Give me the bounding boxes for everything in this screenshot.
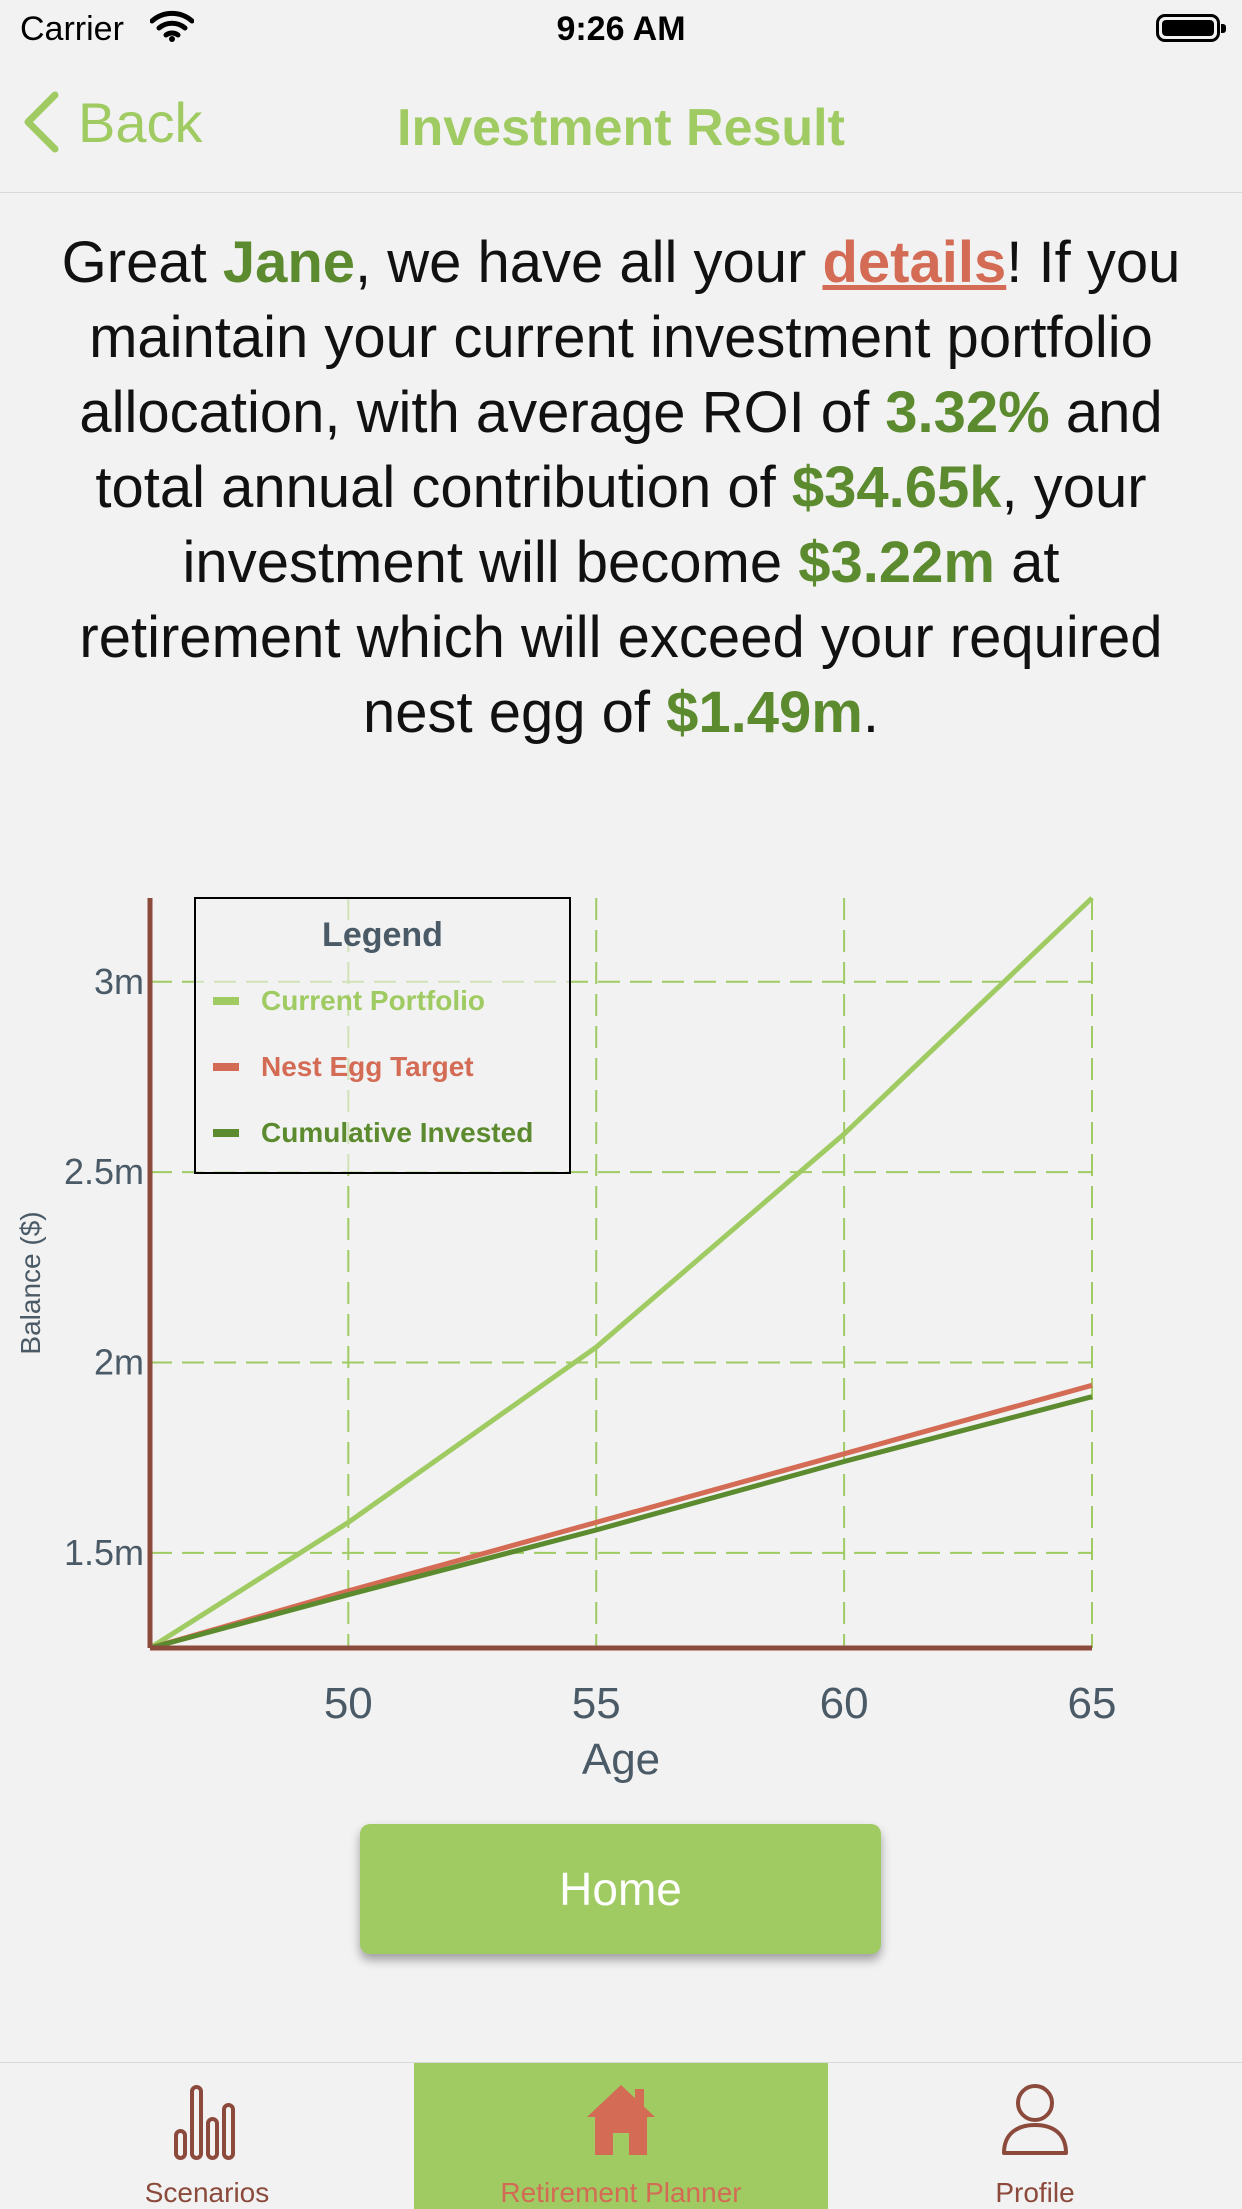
tab-scenarios[interactable]: Scenarios (0, 2063, 414, 2209)
legend-swatch (213, 1129, 239, 1137)
house-icon (587, 2085, 655, 2155)
page-title: Investment Result (397, 99, 845, 157)
status-time: 9:26 AM (556, 10, 686, 48)
tab-retirement-planner[interactable]: Retirement Planner (414, 2063, 828, 2209)
legend-swatch (213, 1063, 239, 1071)
x-tick-label: 55 (572, 1679, 621, 1728)
legend-swatch (213, 997, 239, 1005)
y-tick-label: 2m (94, 1341, 144, 1382)
legend-label: Cumulative Invested (261, 1117, 533, 1148)
bar-chart-icon (174, 2085, 235, 2160)
tab-label: Retirement Planner (500, 2177, 742, 2208)
summary-text: Great (61, 230, 223, 295)
final-value: $3.22m (798, 530, 995, 595)
y-axis-title: Balance ($) (15, 1211, 46, 1354)
legend-title: Legend (322, 916, 443, 954)
tab-label: Profile (995, 2177, 1075, 2208)
summary-text: , we have all your (355, 230, 823, 295)
home-button[interactable]: Home (360, 1824, 881, 1954)
roi-value: 3.32% (885, 380, 1050, 445)
navigation-bar: Back Investment Result (0, 60, 1242, 193)
tab-bar: Scenarios Retirement Planner Profile (0, 2062, 1242, 2209)
battery-icon (1156, 14, 1226, 42)
x-axis-title: Age (582, 1735, 660, 1784)
balance-chart: 50 55 60 65 1.5m 2m 2.5m 3m Age Balance ($) Legend… (15, 896, 1117, 1784)
y-tick-label: 3m (94, 961, 144, 1002)
home-button-label: Home (559, 1863, 682, 1915)
user-name: Jane (222, 230, 356, 295)
details-link[interactable]: details (823, 230, 1007, 295)
tab-profile[interactable]: Profile (828, 2063, 1242, 2209)
series-line (149, 1394, 1093, 1651)
legend-label: Nest Egg Target (261, 1051, 474, 1082)
person-icon (1002, 2084, 1068, 2155)
legend-label: Current Portfolio (261, 985, 485, 1016)
status-bar: Carrier 9:26 AM (0, 0, 1242, 60)
y-tick-label: 1.5m (64, 1532, 144, 1573)
x-tick-label: 50 (324, 1679, 373, 1728)
result-summary: Great Jane, we have all your details! If… (60, 225, 1182, 750)
x-tick-label: 65 (1068, 1679, 1117, 1728)
summary-text: . (862, 680, 879, 745)
tab-label: Scenarios (144, 2177, 270, 2208)
x-tick-label: 60 (820, 1679, 869, 1728)
nest-egg-value: $1.49m (666, 680, 863, 745)
y-tick-label: 2.5m (64, 1151, 144, 1192)
contribution-value: $34.65k (791, 455, 1002, 520)
